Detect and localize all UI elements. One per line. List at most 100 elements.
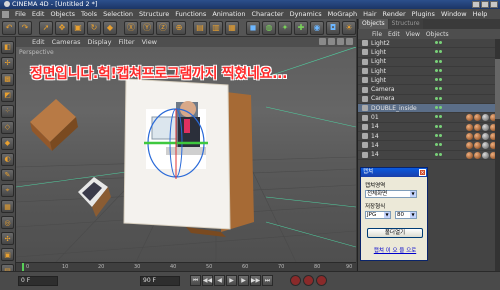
objects-menu-objects[interactable]: Objects	[426, 31, 449, 38]
render-view-icon[interactable]: ▤	[193, 20, 207, 35]
menu-character[interactable]: Character	[251, 10, 283, 18]
object-row-selected[interactable]: DOUBLE_inside	[358, 104, 500, 114]
locked-workplane-icon[interactable]: ▣	[1, 248, 14, 262]
scene-object-icon[interactable]: ◉	[310, 20, 324, 35]
object-row[interactable]: Light	[358, 58, 500, 67]
recent-tool-icon[interactable]: ◆	[103, 20, 117, 35]
coordinate-system-icon[interactable]: ⊕	[172, 20, 186, 35]
object-row[interactable]: 01	[358, 113, 500, 123]
menu-plugins[interactable]: Plugins	[412, 10, 435, 18]
scale-icon[interactable]: ▣	[71, 20, 85, 35]
go-to-start-icon[interactable]: ⏮	[190, 275, 201, 286]
menu-functions[interactable]: Functions	[175, 10, 206, 18]
minimize-button[interactable]	[472, 1, 480, 8]
menu-mograph[interactable]: MoGraph	[328, 10, 358, 18]
solo-icon[interactable]: ◎	[1, 216, 14, 230]
rotate-view-icon[interactable]	[337, 38, 344, 45]
capture-dialog-titlebar[interactable]: 캡쳐 ×	[361, 168, 427, 177]
end-frame-field[interactable]: 90 F	[140, 276, 180, 286]
menu-edit[interactable]: Edit	[32, 10, 45, 18]
undo-icon[interactable]: ↶	[2, 20, 16, 35]
next-key-icon[interactable]: ▶▶	[250, 275, 261, 286]
objects-scrollbar[interactable]	[495, 39, 500, 271]
previous-key-icon[interactable]: ◀◀	[202, 275, 213, 286]
zoom-view-icon[interactable]	[328, 38, 335, 45]
open-folder-button[interactable]: 폴더열기	[367, 228, 423, 238]
object-row[interactable]: Light	[358, 67, 500, 77]
close-icon[interactable]: ×	[419, 169, 426, 176]
menu-render[interactable]: Render	[383, 10, 406, 18]
object-row[interactable]: 14	[358, 141, 500, 151]
timeline-ruler[interactable]: 0 10 20 30 40 50 60 70 80 90	[16, 262, 356, 272]
menu-selection[interactable]: Selection	[103, 10, 133, 18]
deformer-icon[interactable]: ✦	[278, 20, 292, 35]
workplane-icon[interactable]: ▦	[1, 200, 14, 214]
menu-file[interactable]: File	[15, 10, 26, 18]
objects-menu-file[interactable]: File	[372, 31, 382, 38]
menu-animation[interactable]: Animation	[212, 10, 245, 18]
edges-mode-icon[interactable]: ◇	[1, 120, 14, 134]
enable-axis-icon[interactable]: ✣	[1, 232, 14, 246]
object-row[interactable]: 14	[358, 132, 500, 142]
z-axis-icon[interactable]: Ⓩ	[156, 20, 170, 35]
move-icon[interactable]: ✥	[55, 20, 69, 35]
viewport-menu-edit[interactable]: Edit	[32, 38, 45, 46]
texture-mode-icon[interactable]: ▩	[1, 72, 14, 86]
object-row[interactable]: 14	[358, 123, 500, 132]
nurbs-icon[interactable]: ◍	[262, 20, 276, 35]
menu-tools[interactable]: Tools	[81, 10, 97, 18]
start-frame-field[interactable]: 0 F	[18, 276, 58, 286]
model-mode-icon[interactable]: ◩	[1, 88, 14, 102]
objects-menu-edit[interactable]: Edit	[388, 31, 400, 38]
maximize-view-icon[interactable]	[346, 38, 353, 45]
previous-frame-icon[interactable]: ◀	[214, 275, 225, 286]
snap-icon[interactable]: ⌖	[1, 184, 14, 198]
object-row[interactable]: Light	[358, 76, 500, 86]
render-settings-icon[interactable]: ▦	[225, 20, 239, 35]
make-editable-icon[interactable]: ◧	[1, 41, 14, 54]
scrollbar-thumb[interactable]	[495, 59, 500, 119]
play-icon[interactable]: ▶	[226, 275, 237, 286]
render-picture-viewer-icon[interactable]: ▥	[209, 20, 223, 35]
menu-window[interactable]: Window	[441, 10, 467, 18]
objects-menu-view[interactable]: View	[406, 31, 420, 38]
maximize-button[interactable]	[481, 1, 489, 8]
points-mode-icon[interactable]: ⁘	[1, 104, 14, 118]
help-link[interactable]: 캡쳐 이 오 을 으로	[361, 246, 429, 254]
viewport-menu-filter[interactable]: Filter	[118, 38, 134, 46]
save-format-select[interactable]: JPG ▼	[365, 211, 391, 219]
object-row[interactable]: Camera	[358, 85, 500, 95]
tab-structure[interactable]: Structure	[388, 19, 423, 29]
quality-select[interactable]: 80 ▼	[395, 211, 417, 219]
redo-icon[interactable]: ↷	[18, 20, 32, 35]
light-object-icon[interactable]: ☀	[342, 20, 356, 35]
camera-object-icon[interactable]: ◘	[326, 20, 340, 35]
y-axis-icon[interactable]: Ⓨ	[140, 20, 154, 35]
key-selection-icon[interactable]	[316, 275, 327, 286]
go-to-end-icon[interactable]: ⏭	[262, 275, 273, 286]
x-axis-icon[interactable]: Ⓧ	[124, 20, 138, 35]
menu-hair[interactable]: Hair	[363, 10, 376, 18]
animation-mode-icon[interactable]: ◐	[1, 152, 14, 166]
object-row[interactable]: Light2	[358, 39, 500, 49]
tweak-mode-icon[interactable]: ✎	[1, 168, 14, 182]
polygons-mode-icon[interactable]: ◆	[1, 136, 14, 150]
viewport-menu-cameras[interactable]: Cameras	[52, 38, 81, 46]
object-row[interactable]: 14	[358, 151, 500, 160]
object-row[interactable]: Camera	[358, 95, 500, 105]
cube-primitive-icon[interactable]: ◼	[246, 20, 260, 35]
menu-dynamics[interactable]: Dynamics	[290, 10, 322, 18]
autokey-icon[interactable]	[303, 275, 314, 286]
menu-structure[interactable]: Structure	[139, 10, 169, 18]
live-selection-icon[interactable]: ➚	[39, 20, 53, 35]
document-icon[interactable]	[2, 10, 9, 18]
record-key-icon[interactable]	[290, 275, 301, 286]
next-frame-icon[interactable]: ▶	[238, 275, 249, 286]
viewport-menu-view[interactable]: View	[142, 38, 157, 46]
viewport-menu-display[interactable]: Display	[88, 38, 112, 46]
tab-objects[interactable]: Objects	[359, 19, 388, 29]
array-icon[interactable]: ✚	[294, 20, 308, 35]
object-axis-icon[interactable]: ✢	[1, 56, 14, 70]
move-view-icon[interactable]	[319, 38, 326, 45]
object-row[interactable]: Light	[358, 48, 500, 58]
